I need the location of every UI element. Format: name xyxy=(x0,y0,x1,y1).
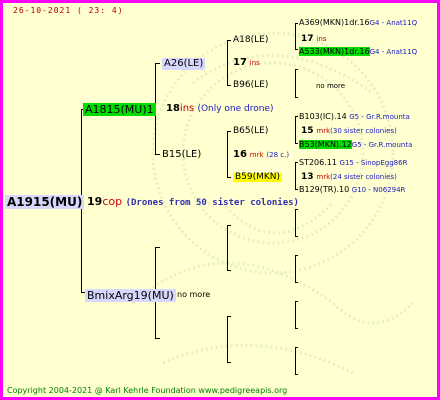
bracket-tick xyxy=(227,131,231,132)
g4-entry: B129(TR).10 G10 - N06294R xyxy=(299,186,405,194)
ggp1-year: 17 xyxy=(233,57,247,68)
bracket-tick xyxy=(155,154,160,155)
g4-name[interactable]: B129(TR).10 xyxy=(299,185,349,194)
bracket-tick xyxy=(295,209,298,210)
root-note: (Drones from 50 sister colonies) xyxy=(125,198,299,208)
g4-info: 13 mrk(24 sister colonies) xyxy=(301,173,397,182)
bracket-tick xyxy=(295,23,298,24)
p1-info: 18ins (Only one drone) xyxy=(166,104,274,114)
ggp3-year: 16 xyxy=(233,149,247,160)
g4-origin: G4 - Anat11Q xyxy=(369,19,418,27)
generated-date: 26-10-2021 ( 23: 4) xyxy=(13,6,124,15)
bracket-tick xyxy=(295,255,298,256)
grandparent-link[interactable]: A26(LE) xyxy=(162,58,206,70)
g4-info: 15 mrk(30 sister colonies) xyxy=(301,127,397,136)
g4-unit: mrk xyxy=(316,173,331,181)
root-unit: cop xyxy=(102,195,123,208)
great-grandparent-link[interactable]: B59(MKN) xyxy=(233,173,283,182)
g4-unit: mrk xyxy=(316,127,331,135)
footer-copyright[interactable]: Copyright 2004-2021 @ Karl Kehrle Founda… xyxy=(7,387,287,395)
bracket-tick xyxy=(295,374,298,375)
parent-queen-link[interactable]: A1815(MU)1 xyxy=(83,103,156,116)
g4-name[interactable]: B53(MKN).12 xyxy=(299,140,352,149)
g4-year: 13 xyxy=(301,172,314,182)
empty-bracket-line xyxy=(295,209,296,236)
empty-bracket-line xyxy=(295,347,296,374)
bracket-tick xyxy=(295,236,298,237)
great-grandparent-link[interactable]: B96(LE) xyxy=(233,81,268,90)
root-year: 19 xyxy=(87,195,103,208)
g4-name[interactable]: B103(IC).14 xyxy=(299,112,347,121)
g4-origin: G5 - Gr.R.mounta xyxy=(351,141,413,149)
gp2-bracket-line xyxy=(227,131,228,177)
bracket-tick xyxy=(155,338,160,339)
ggp2-bracket-line xyxy=(295,69,296,97)
p2-note: no more xyxy=(177,290,211,299)
queen-root-link[interactable]: A1915(MU) xyxy=(5,195,85,209)
pedigree-canvas: 26-10-2021 ( 23: 4) A1915(MU) 19cop (Dro… xyxy=(3,3,437,397)
g4-origin: G4 - Anat11Q xyxy=(369,48,418,56)
bracket-tick xyxy=(227,225,231,226)
g4-name[interactable]: ST206.11 xyxy=(299,158,337,167)
ggp1-bracket-line xyxy=(295,23,296,49)
ggp1-info: 17 ins xyxy=(233,58,260,68)
g4-year: 17 xyxy=(301,34,314,44)
gp1-bracket-line xyxy=(227,40,228,85)
great-grandparent-link[interactable]: A18(LE) xyxy=(233,36,268,45)
bracket-tick xyxy=(295,143,298,144)
bracket-tick xyxy=(295,347,298,348)
g4-name[interactable]: A369(MKN)1dr.16 xyxy=(299,18,370,27)
ggp3-note: (28 c.) xyxy=(266,151,290,159)
g4-info: 17 ins xyxy=(301,35,326,44)
empty-bracket-line xyxy=(227,316,228,362)
bracket-tick xyxy=(295,49,298,50)
ggp2-note: no more xyxy=(316,82,346,90)
bracket-tick xyxy=(295,189,298,190)
bracket-tick xyxy=(295,328,298,329)
g4-origin: G5 - Gr.R.mounta xyxy=(349,113,410,121)
p1-unit: ins xyxy=(179,103,195,114)
bracket-tick xyxy=(295,97,298,98)
root-info: 19cop (Drones from 50 sister colonies) xyxy=(87,196,299,208)
bracket-tick xyxy=(227,85,231,86)
ggp3-unit: mrk xyxy=(249,151,264,159)
g4-entry: B53(MKN).12G5 - Gr.R.mounta xyxy=(299,140,413,149)
parent-drone-link[interactable]: BmixArg19(MU) xyxy=(85,289,176,302)
g4-note: (30 sister colonies) xyxy=(330,127,397,135)
ggp4-bracket-line xyxy=(295,162,296,189)
ggp1-unit: ins xyxy=(249,59,260,67)
bracket-tick xyxy=(227,270,231,271)
bracket-tick xyxy=(227,316,231,317)
bracket-tick xyxy=(295,162,298,163)
g4-entry: A369(MKN)1dr.16G4 - Anat11Q xyxy=(299,19,417,27)
bracket-tick xyxy=(155,247,160,248)
g4-name[interactable]: A533(MKN)1dr.16 xyxy=(299,47,370,56)
bracket-tick xyxy=(295,69,298,70)
p1-note: (Only one drone) xyxy=(197,104,274,114)
g4-year: 15 xyxy=(301,126,314,136)
empty-bracket-line xyxy=(227,225,228,270)
empty-bracket-line xyxy=(295,301,296,328)
g4-unit: ins xyxy=(316,35,327,43)
ggp3-bracket-line xyxy=(295,116,296,143)
g4-origin: G15 - SinopEgg86R xyxy=(339,159,408,167)
grandparent-link[interactable]: B15(LE) xyxy=(162,150,201,160)
bracket-tick xyxy=(295,301,298,302)
p1-year: 18 xyxy=(166,103,180,114)
g4-entry: B103(IC).14 G5 - Gr.R.mounta xyxy=(299,113,410,121)
ggp3-info: 16 mrk (28 c.) xyxy=(233,150,289,160)
bracket-tick xyxy=(227,362,231,363)
g4-note: (24 sister colonies) xyxy=(330,173,397,181)
empty-bracket-line xyxy=(295,255,296,282)
g4-entry: A533(MKN)1dr.16G4 - Anat11Q xyxy=(299,47,418,56)
bracket-tick xyxy=(227,40,231,41)
bracket-tick xyxy=(295,116,298,117)
bracket-tick xyxy=(227,177,231,178)
great-grandparent-link[interactable]: B65(LE) xyxy=(233,127,268,136)
g4-entry: ST206.11 G15 - SinopEgg86R xyxy=(299,159,407,167)
bracket-tick xyxy=(155,63,160,64)
g4-origin: G10 - N06294R xyxy=(351,186,406,194)
bracket-tick xyxy=(295,282,298,283)
